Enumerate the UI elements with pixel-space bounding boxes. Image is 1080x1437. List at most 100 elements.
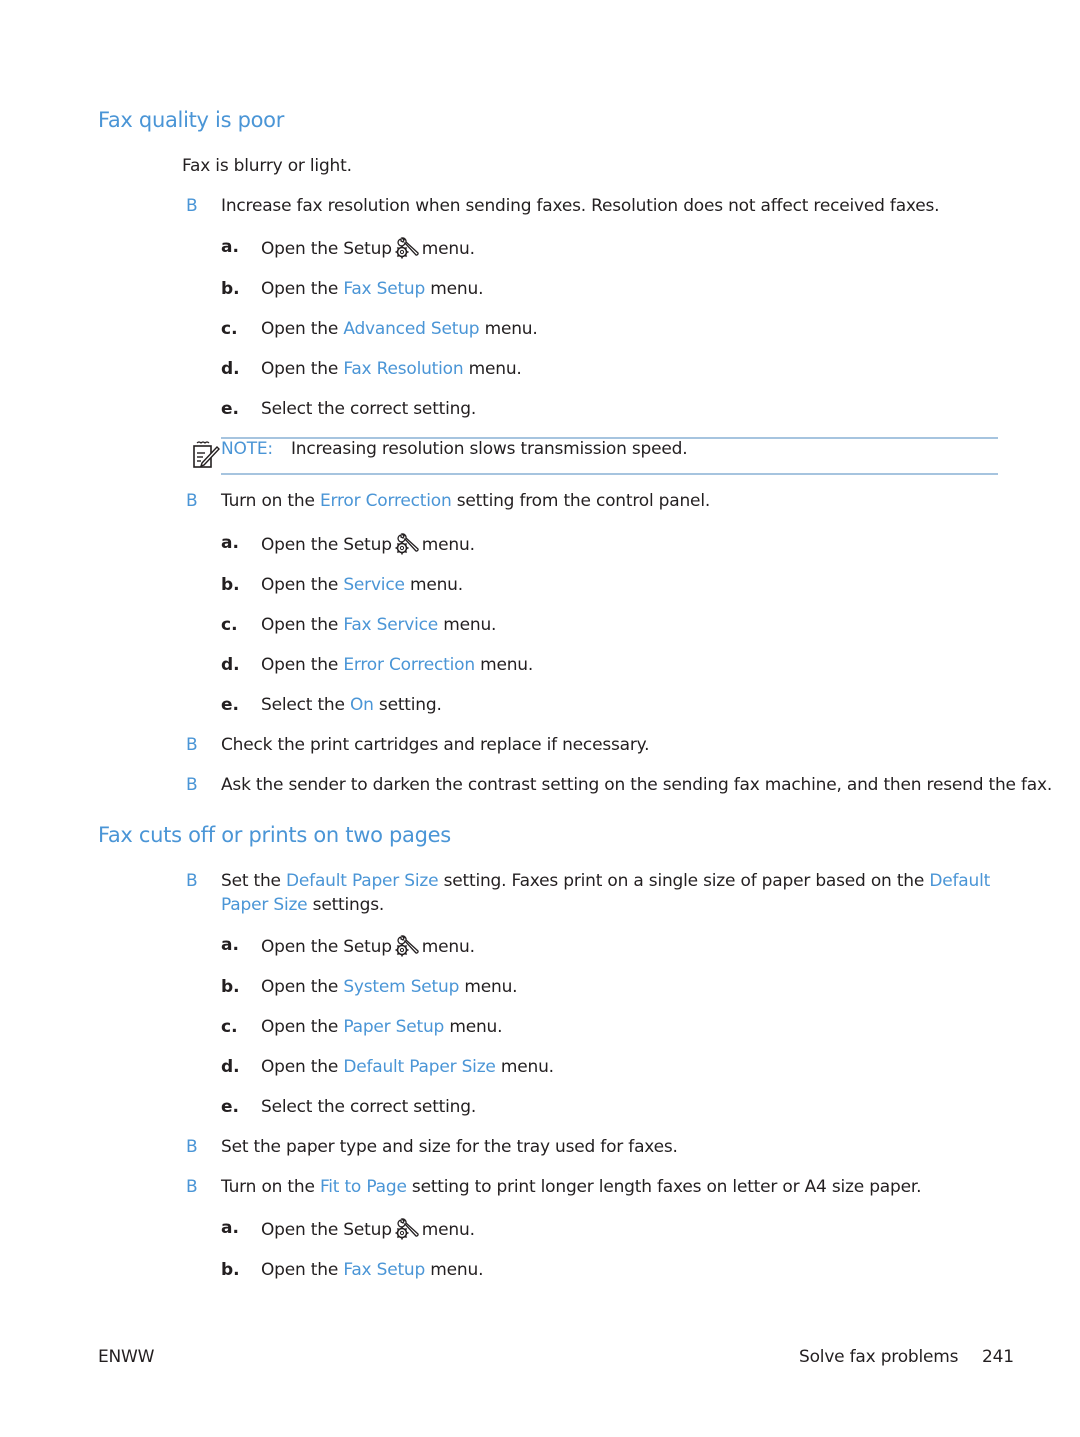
step-post: menu. (459, 977, 518, 997)
text-post: setting to print longer length faxes on … (406, 1177, 922, 1197)
step-post: menu. (463, 359, 522, 379)
step-label: d. (221, 655, 240, 675)
menu-link-error-correction[interactable]: Error Correction (343, 655, 475, 675)
step-text: Open the System Setup menu. (261, 977, 518, 997)
bullet-text: Check the print cartridges and replace i… (221, 735, 650, 755)
step-text: Open the Setup menu. (261, 1218, 475, 1240)
step-label: c. (221, 615, 238, 635)
step-pre: Open the (261, 1017, 344, 1037)
setting-link-paper-size[interactable]: Paper Size (221, 895, 308, 915)
step-label: b. (221, 977, 240, 997)
step-label: e. (221, 399, 239, 419)
step-text: Open the Advanced Setup menu. (261, 319, 538, 339)
step-text: Open the Fax Service menu. (261, 615, 496, 635)
step-pre: Open the (261, 655, 344, 675)
menu-link-fax-resolution[interactable]: Fax Resolution (343, 359, 463, 379)
note-bottom-rule (221, 473, 998, 475)
text-pre: Turn on the (221, 1177, 320, 1197)
step-post: menu. (479, 319, 538, 339)
step-post: menu. (474, 655, 534, 675)
menu-link-fax-setup[interactable]: Fax Setup (343, 1260, 425, 1280)
step-post: menu. (425, 1260, 484, 1280)
step-pre: Open the (261, 319, 344, 339)
step-pre: Open the (261, 1057, 344, 1077)
setup-wrench-gear-icon (395, 533, 419, 555)
menu-link-paper-setup[interactable]: Paper Setup (343, 1017, 444, 1037)
step-text: Open the Paper Setup menu. (261, 1017, 503, 1037)
setting-link-default-paper-size[interactable]: Default Paper Size (286, 871, 439, 891)
step-pre: Open the Setup (261, 535, 392, 555)
setting-link-fit-to-page[interactable]: Fit to Page (320, 1177, 407, 1197)
step-text: Open the Default Paper Size menu. (261, 1057, 554, 1077)
bullet-text: Turn on the Fit to Page setting to print… (221, 1177, 922, 1197)
bullet-text: Turn on the Error Correction setting fro… (221, 491, 710, 511)
bullet-text: Ask the sender to darken the contrast se… (221, 775, 1053, 795)
step-pre: Open the Setup (261, 1220, 392, 1240)
step-post: menu. (421, 937, 475, 957)
menu-link-fax-setup[interactable]: Fax Setup (343, 279, 425, 299)
setting-link-error-correction[interactable]: Error Correction (320, 491, 452, 511)
step-post: setting. (373, 695, 442, 715)
step-text: Open the Fax Setup menu. (261, 1260, 483, 1280)
step-text: Open the Error Correction menu. (261, 655, 533, 675)
step-label: a. (221, 935, 239, 955)
bullet-marker: B (186, 491, 198, 511)
page-number: 241 (982, 1347, 1014, 1367)
step-post: menu. (425, 279, 484, 299)
step-pre: Open the Setup (261, 937, 392, 957)
step-pre: Open the (261, 359, 344, 379)
step-text: Select the correct setting. (261, 1097, 477, 1117)
text-post: setting from the control panel. (451, 491, 711, 511)
step-pre: Open the (261, 977, 344, 997)
step-text: Open the Setup menu. (261, 533, 475, 555)
step-pre: Open the (261, 615, 344, 635)
step-label: e. (221, 1097, 239, 1117)
step-label: a. (221, 237, 239, 257)
section-intro: Fax is blurry or light. (182, 156, 352, 176)
step-label: b. (221, 1260, 240, 1280)
bullet-text: Increase fax resolution when sending fax… (221, 196, 940, 216)
setup-wrench-gear-icon (395, 237, 419, 259)
step-pre: Open the Setup (261, 239, 392, 259)
menu-link-default-paper-size[interactable]: Default Paper Size (343, 1057, 496, 1077)
step-label: c. (221, 1017, 238, 1037)
step-label: c. (221, 319, 238, 339)
footer-section-title: Solve fax problems (799, 1347, 959, 1367)
bullet-marker: B (186, 775, 198, 795)
step-label: b. (221, 279, 240, 299)
step-label: a. (221, 1218, 239, 1238)
step-text: Open the Service menu. (261, 575, 463, 595)
setting-link-default[interactable]: Default (929, 871, 990, 891)
menu-link-fax-service[interactable]: Fax Service (343, 615, 438, 635)
note-line: NOTE: Increasing resolution slows transmi… (221, 439, 688, 459)
menu-link-advanced-setup[interactable]: Advanced Setup (343, 319, 479, 339)
note-text: Increasing resolution slows transmission… (290, 439, 688, 459)
setup-wrench-gear-icon (395, 1218, 419, 1240)
text-mid: setting. Faxes print on a single size of… (438, 871, 930, 891)
footer-left-label: ENWW (98, 1347, 155, 1367)
step-pre: Open the (261, 1260, 344, 1280)
step-label: d. (221, 1057, 240, 1077)
step-label: e. (221, 695, 239, 715)
step-post: menu. (495, 1057, 554, 1077)
step-label: b. (221, 575, 240, 595)
step-post: menu. (421, 535, 475, 555)
bullet-marker: B (186, 1177, 198, 1197)
step-text: Open the Setup menu. (261, 237, 475, 259)
step-pre: Open the (261, 575, 344, 595)
section-heading-fax-cuts-off: Fax cuts off or prints on two pages (98, 823, 451, 847)
step-post: menu. (438, 615, 497, 635)
step-text: Open the Setup menu. (261, 935, 475, 957)
setting-link-on[interactable]: On (350, 695, 374, 715)
note-label: NOTE: (221, 439, 273, 459)
text-post: settings. (307, 895, 385, 915)
text-pre: Set the (221, 871, 287, 891)
menu-link-service[interactable]: Service (343, 575, 405, 595)
step-post: menu. (444, 1017, 503, 1037)
step-text: Select the On setting. (261, 695, 442, 715)
step-text: Open the Fax Setup menu. (261, 279, 483, 299)
bullet-marker: B (186, 1137, 198, 1157)
bullet-text: Set the Default Paper Size setting. Faxe… (221, 871, 990, 891)
step-text: Open the Fax Resolution menu. (261, 359, 522, 379)
menu-link-system-setup[interactable]: System Setup (343, 977, 459, 997)
